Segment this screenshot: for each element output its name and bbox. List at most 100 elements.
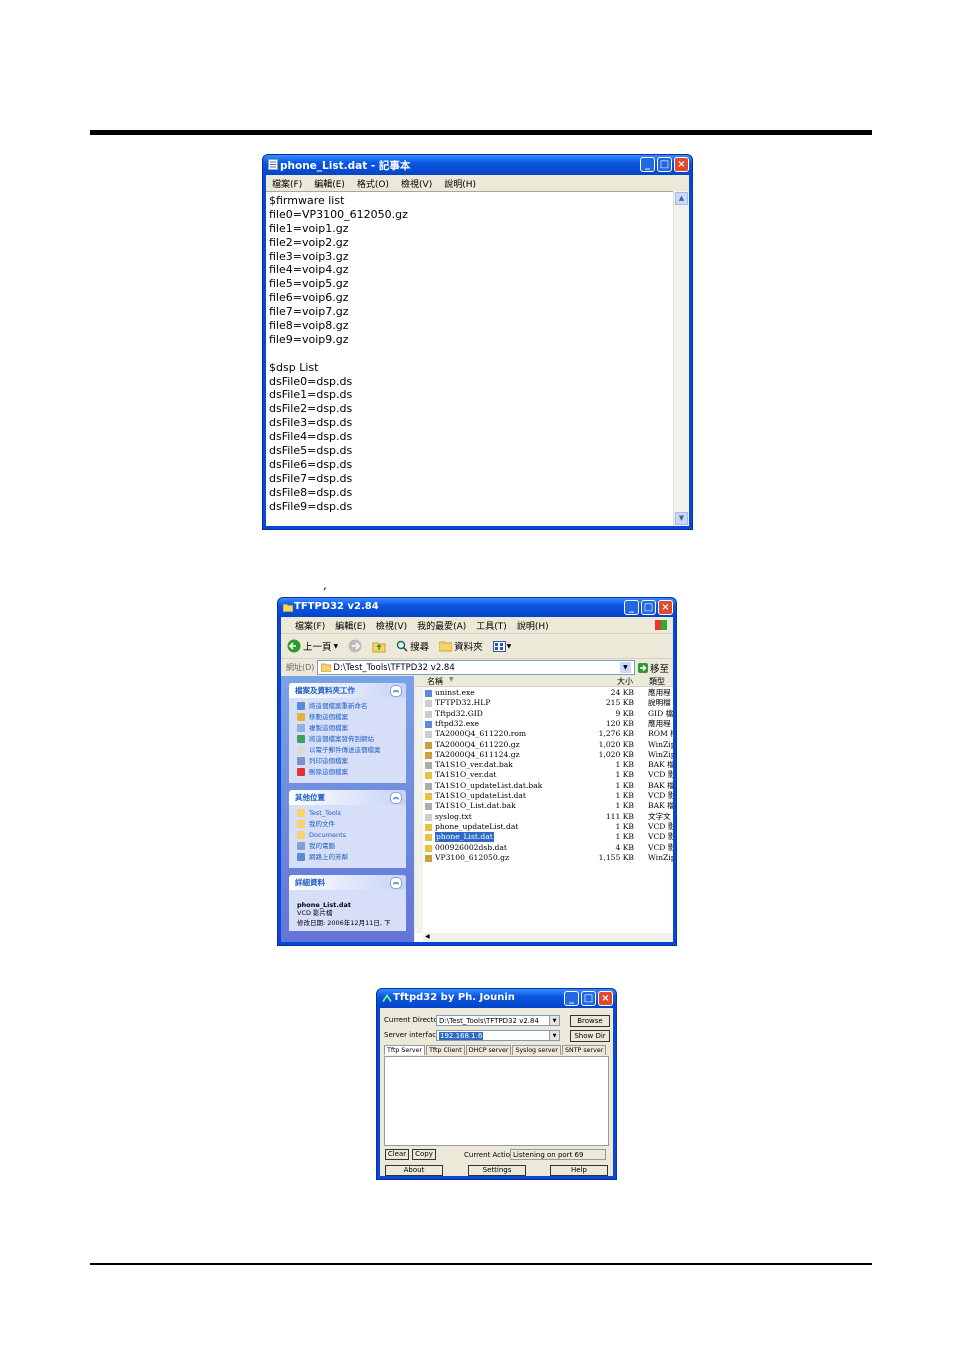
back-button[interactable]: 上一頁 ▼ — [287, 639, 338, 653]
menu-item[interactable]: 說明(H) — [517, 619, 549, 632]
place-item[interactable]: 我的文件 — [297, 820, 402, 828]
file-row[interactable]: Tftpd32.GID 9 KB GID 檔 — [415, 709, 673, 719]
collapse-icon[interactable]: ︽ — [390, 685, 402, 697]
scroll-left-icon[interactable]: ◀ — [425, 933, 430, 940]
settings-button[interactable]: Settings — [468, 1165, 526, 1176]
up-folder-icon[interactable] — [372, 639, 386, 653]
file-row[interactable]: TA1S1O_updateList.dat 1 KB VCD 影 — [415, 791, 673, 801]
tftpd-titlebar[interactable]: Tftpd32 by Ph. Jounin _ □ × — [377, 989, 616, 1008]
scroll-down-icon[interactable]: ▼ — [675, 512, 688, 525]
task-item[interactable]: 以電子郵件傳送這個檔案 — [297, 746, 402, 754]
menu-item[interactable]: 格式(O) — [357, 177, 389, 190]
file-list-hscroll[interactable]: ◀ — [423, 933, 673, 942]
details-header[interactable]: 詳細資料 ︽ — [289, 875, 406, 890]
explorer-titlebar[interactable]: TFTPD32 v2.84 _ □ × — [278, 598, 676, 617]
tab-tftp-client[interactable]: Tftp Client — [426, 1045, 465, 1055]
column-size[interactable]: 大小 — [617, 676, 633, 687]
menu-item[interactable]: 檢視(V) — [376, 619, 407, 632]
other-places-header[interactable]: 其他位置 ︽ — [289, 790, 406, 805]
help-button[interactable]: Help — [550, 1165, 608, 1176]
file-row[interactable]: TA1S1O_updateList.dat.bak 1 KB BAK 檔 — [415, 781, 673, 791]
maximize-button[interactable]: □ — [581, 991, 596, 1006]
browse-button[interactable]: Browse — [570, 1015, 610, 1027]
folders-button[interactable]: 資料夾 — [439, 639, 483, 653]
minimize-button[interactable]: _ — [640, 157, 655, 172]
menu-item[interactable]: 我的最愛(A) — [417, 619, 466, 632]
tab-syslog-server[interactable]: Syslog server — [512, 1045, 561, 1055]
file-list[interactable]: 名稱 ▼ 大小 類型 uninst.exe 24 KB 應用程 TFTPD32.HLP… — [415, 676, 673, 942]
about-button[interactable]: About — [385, 1165, 443, 1176]
scroll-up-icon[interactable]: ▲ — [675, 192, 688, 205]
back-dropdown-icon[interactable]: ▼ — [334, 643, 339, 650]
show-dir-button[interactable]: Show Dir — [570, 1030, 610, 1042]
task-item[interactable]: 刪除這個檔案 — [297, 768, 402, 776]
menu-item[interactable]: 說明(H) — [444, 177, 476, 190]
maximize-button[interactable]: □ — [657, 157, 672, 172]
file-tasks-header[interactable]: 檔案及資料夾工作 ︽ — [289, 683, 406, 698]
place-item[interactable]: Test_Tools — [297, 809, 402, 817]
file-row[interactable]: tftpd32.exe 120 KB 應用程 — [415, 719, 673, 729]
column-type[interactable]: 類型 — [649, 676, 665, 687]
file-row[interactable]: phone_List.dat 1 KB VCD 影 — [415, 832, 673, 843]
dropdown-arrow-icon[interactable]: ▼ — [549, 1031, 559, 1040]
minimize-button[interactable]: _ — [624, 600, 639, 615]
file-row[interactable]: TA1S1O_ver.dat 1 KB VCD 影 — [415, 770, 673, 780]
minimize-button[interactable]: _ — [564, 991, 579, 1006]
collapse-icon[interactable]: ︽ — [390, 877, 402, 889]
notepad-titlebar[interactable]: phone_List.dat - 記事本 _ □ × — [263, 155, 692, 175]
log-pane[interactable] — [384, 1056, 609, 1146]
task-item[interactable]: 將這個檔案重新命名 — [297, 702, 402, 710]
search-button[interactable]: 搜尋 — [396, 639, 429, 653]
menu-item[interactable]: 編輯(E) — [335, 619, 366, 632]
file-row[interactable]: TA1S1O_List.dat.bak 1 KB BAK 檔 — [415, 801, 673, 811]
file-type: 應用程 — [648, 718, 671, 728]
tab-dhcp-server[interactable]: DHCP server — [465, 1045, 512, 1055]
text-editor[interactable]: $firmware list file0=VP3100_612050.gz file… — [266, 191, 674, 526]
file-row[interactable]: phone_updateList.dat 1 KB VCD 影 — [415, 822, 673, 832]
file-row[interactable]: TA1S1O_ver.dat.bak 1 KB BAK 檔 — [415, 760, 673, 770]
current-directory-select[interactable]: D:\Test_Tools\TFTPD32 v2.84 ▼ — [436, 1015, 560, 1026]
vertical-scrollbar[interactable]: ▲ ▼ — [673, 191, 689, 526]
menu-item[interactable]: 檢視(V) — [401, 177, 432, 190]
go-button[interactable]: 移至 — [635, 661, 673, 675]
tab-sntp-server[interactable]: SNTP server — [562, 1045, 607, 1055]
file-icon — [425, 731, 432, 739]
dropdown-arrow-icon[interactable]: ▼ — [549, 1016, 559, 1025]
file-row[interactable]: TA2000Q4_611220.gz 1,020 KB WinZip — [415, 740, 673, 750]
menu-item[interactable]: 檔案(F) — [295, 619, 325, 632]
menu-item[interactable]: 工具(T) — [476, 619, 507, 632]
file-size: 1,020 KB — [598, 739, 634, 749]
file-row[interactable]: TFTPD32.HLP 215 KB 說明檔 — [415, 698, 673, 708]
place-item[interactable]: 網路上的芳鄰 — [297, 853, 402, 861]
file-row[interactable]: uninst.exe 24 KB 應用程 — [415, 688, 673, 698]
address-dropdown-icon[interactable]: ▼ — [619, 662, 631, 673]
menu-item[interactable]: 編輯(E) — [314, 177, 345, 190]
task-item[interactable]: 列印這個檔案 — [297, 757, 402, 765]
views-button[interactable]: ▼ — [492, 640, 511, 652]
file-row[interactable]: 000926002dsb.dat 4 KB VCD 影 — [415, 843, 673, 853]
file-row[interactable]: TA2000Q4_611124.gz 1,020 KB WinZip — [415, 750, 673, 760]
file-row[interactable]: TA2000Q4_611220.rom 1,276 KB ROM 檔 — [415, 729, 673, 739]
file-row[interactable]: syslog.txt 111 KB 文字文 — [415, 812, 673, 822]
server-interface-select[interactable]: 192.168.1.6 ▼ — [436, 1030, 560, 1041]
close-button[interactable]: × — [598, 991, 613, 1006]
task-item[interactable]: 將這個檔案發佈到網站 — [297, 735, 402, 743]
task-item[interactable]: 移動這個檔案 — [297, 713, 402, 721]
file-row[interactable]: VP3100_612050.gz 1,155 KB WinZip — [415, 853, 673, 863]
copy-button[interactable]: Copy — [412, 1149, 436, 1160]
forward-arrow-icon[interactable] — [348, 639, 362, 653]
column-name[interactable]: 名稱 — [427, 676, 443, 687]
close-button[interactable]: × — [674, 157, 689, 172]
my-documents-icon — [297, 820, 305, 828]
clear-button[interactable]: Clear — [385, 1149, 409, 1160]
address-input[interactable]: D:\Test_Tools\TFTPD32 v2.84 ▼ — [317, 660, 635, 675]
tab-tftp-server[interactable]: Tftp Server — [384, 1045, 426, 1055]
task-item[interactable]: 複製這個檔案 — [297, 724, 402, 732]
place-item[interactable]: 我的電腦 — [297, 842, 402, 850]
menu-item[interactable]: 檔案(F) — [272, 177, 302, 190]
details-filetype: VCD 影片檔 — [297, 909, 333, 917]
maximize-button[interactable]: □ — [641, 600, 656, 615]
close-button[interactable]: × — [658, 600, 673, 615]
collapse-icon[interactable]: ︽ — [390, 792, 402, 804]
place-item[interactable]: Documents — [297, 831, 402, 839]
